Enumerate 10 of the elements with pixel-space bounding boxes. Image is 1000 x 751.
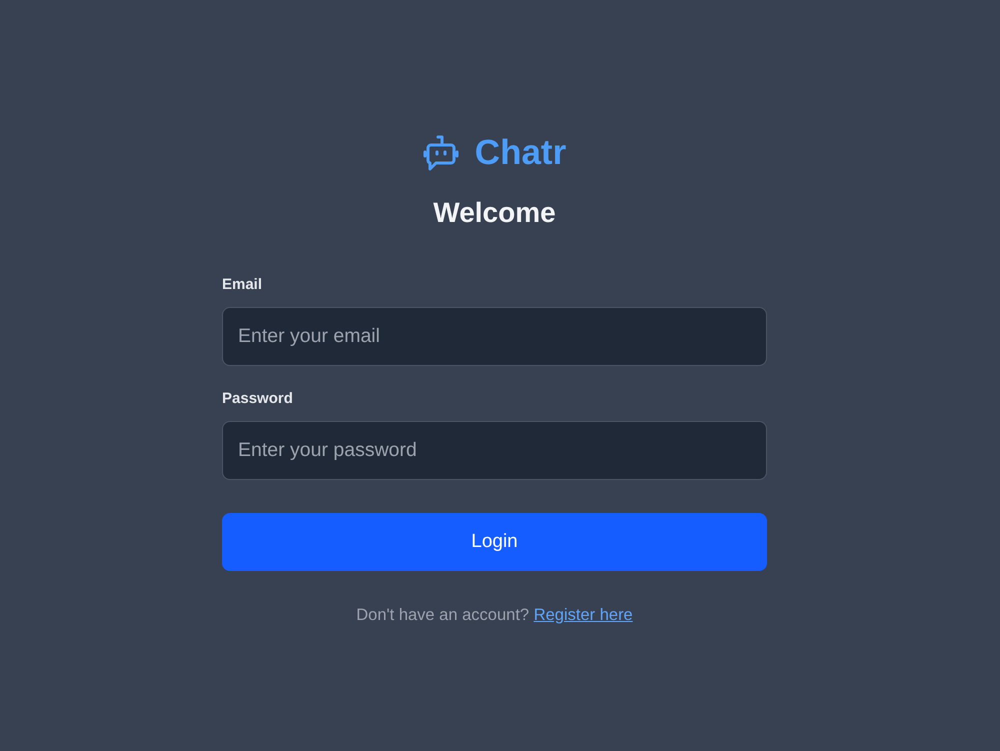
welcome-heading: Welcome (433, 196, 556, 230)
field-label: Email (222, 275, 262, 295)
brand-name: Chatr (474, 133, 566, 173)
robot-chat-icon (422, 135, 459, 171)
field-label: Password (222, 389, 293, 409)
account-prompt: Don't have an account? (356, 606, 530, 624)
login-button[interactable]: Login (222, 513, 767, 571)
input-field[interactable]: Enter your password (222, 421, 767, 480)
register-link[interactable]: Register here (534, 606, 633, 624)
input-field[interactable]: Enter your email (222, 307, 767, 366)
